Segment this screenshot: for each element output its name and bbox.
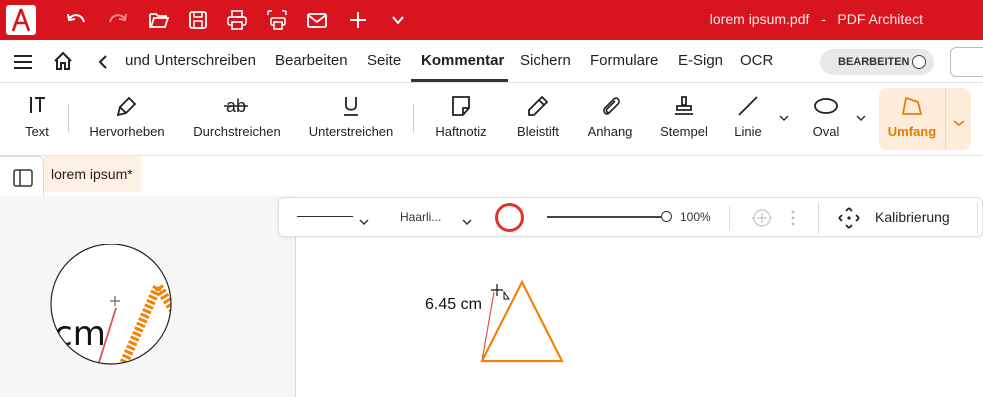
oval-icon bbox=[814, 98, 838, 114]
title-separator: - bbox=[821, 11, 826, 27]
app-name: PDF Architect bbox=[837, 11, 923, 27]
tab-esign[interactable]: E-Sign bbox=[678, 52, 723, 69]
calibrate-button[interactable]: Kalibrierung bbox=[875, 209, 950, 225]
window-title: lorem ipsum.pdf - PDF Architect bbox=[710, 11, 923, 27]
document-canvas[interactable]: 6.45 cm bbox=[297, 238, 983, 397]
line-options-chevron-icon[interactable] bbox=[778, 112, 790, 124]
print-icon[interactable] bbox=[225, 8, 249, 32]
add-scale-icon[interactable] bbox=[750, 206, 774, 235]
measurement-label: 6.45 cm bbox=[425, 296, 482, 313]
tab-page[interactable]: Seite bbox=[367, 52, 401, 69]
unsaved-marker: * bbox=[127, 166, 133, 182]
document-tab-title: lorem ipsum bbox=[51, 166, 128, 182]
tool-underline[interactable]: Unterstreichen bbox=[303, 84, 399, 156]
tool-strikethrough-label: Durchstreichen bbox=[193, 124, 281, 139]
tool-text[interactable]: Text bbox=[14, 84, 60, 156]
edit-mode-toggle[interactable]: BEARBEITEN bbox=[820, 49, 934, 75]
open-folder-icon[interactable] bbox=[147, 8, 171, 32]
paperclip-icon bbox=[603, 97, 620, 115]
edit-toggle-label: BEARBEITEN bbox=[838, 56, 910, 68]
sidebar-panel-icon[interactable] bbox=[13, 169, 33, 189]
tool-line-label: Linie bbox=[734, 124, 762, 139]
tool-perimeter[interactable]: Umfang bbox=[879, 88, 971, 150]
tool-sticky-note-label: Haftnotiz bbox=[435, 124, 487, 139]
home-icon[interactable] bbox=[53, 51, 73, 76]
undo-icon[interactable] bbox=[64, 8, 88, 32]
active-tab-indicator bbox=[411, 79, 508, 82]
redo-icon[interactable] bbox=[106, 8, 130, 32]
highlighter-icon bbox=[116, 96, 137, 117]
stamp-icon bbox=[675, 96, 693, 115]
perimeter-options-chevron-icon[interactable] bbox=[953, 114, 965, 132]
line-style-preview[interactable] bbox=[297, 216, 353, 217]
tool-oval[interactable]: Oval bbox=[806, 84, 846, 156]
tab-forms[interactable]: Formulare bbox=[590, 52, 658, 69]
chevron-down-icon[interactable] bbox=[386, 8, 410, 32]
tool-text-label: Text bbox=[25, 124, 49, 139]
toggle-knob bbox=[912, 55, 926, 69]
tool-strikethrough[interactable]: ab Durchstreichen bbox=[187, 84, 287, 156]
perimeter-shape[interactable] bbox=[475, 276, 571, 366]
line-width-select[interactable]: Haarli... bbox=[400, 210, 441, 224]
tab-sign[interactable]: und Unterschreiben bbox=[125, 52, 256, 69]
underline-icon bbox=[344, 97, 358, 116]
split-divider bbox=[945, 88, 946, 150]
format-divider bbox=[729, 206, 730, 230]
tool-highlight[interactable]: Hervorheben bbox=[84, 84, 170, 156]
magnifier-loupe: cm bbox=[50, 244, 172, 365]
tool-underline-label: Unterstreichen bbox=[308, 124, 394, 139]
tool-line[interactable]: Linie bbox=[728, 84, 768, 156]
scroll-left-icon[interactable] bbox=[97, 54, 109, 75]
search-input[interactable] bbox=[950, 47, 983, 77]
title-bar: lorem ipsum.pdf - PDF Architect bbox=[0, 0, 983, 40]
left-panel: cm bbox=[0, 196, 296, 397]
file-name: lorem ipsum.pdf bbox=[709, 11, 810, 27]
toolbar-divider bbox=[413, 104, 414, 132]
email-icon[interactable] bbox=[305, 8, 329, 32]
magnifier-text: cm bbox=[54, 314, 106, 354]
tab-ocr[interactable]: OCR bbox=[740, 52, 773, 69]
tab-secure[interactable]: Sichern bbox=[520, 52, 571, 69]
opacity-slider[interactable] bbox=[547, 216, 669, 218]
line-width-chevron-icon[interactable] bbox=[462, 213, 472, 231]
tool-attachment[interactable]: Anhang bbox=[583, 84, 637, 156]
tool-highlight-label: Hervorheben bbox=[89, 124, 165, 139]
format-toolbar: Haarli... 100% Kalibrierung bbox=[278, 197, 983, 237]
tool-oval-label: Oval bbox=[812, 124, 840, 139]
add-icon[interactable] bbox=[346, 8, 370, 32]
tool-sticky-note[interactable]: Haftnotiz bbox=[428, 84, 494, 156]
tool-stamp-label: Stempel bbox=[660, 124, 708, 139]
format-divider bbox=[818, 202, 819, 234]
comment-toolbar: Text Hervorheben ab Durchstreichen Unter… bbox=[0, 84, 983, 156]
sticky-note-icon bbox=[452, 96, 470, 116]
save-icon[interactable] bbox=[186, 8, 210, 32]
opacity-slider-handle[interactable] bbox=[661, 211, 672, 222]
app-logo-icon[interactable] bbox=[6, 5, 36, 35]
tool-attachment-label: Anhang bbox=[587, 124, 633, 139]
line-style-chevron-icon[interactable] bbox=[359, 213, 369, 231]
pencil-icon bbox=[528, 95, 549, 116]
tab-comment[interactable]: Kommentar bbox=[421, 52, 504, 69]
line-icon bbox=[738, 96, 758, 116]
format-divider bbox=[977, 202, 978, 234]
stroke-color-button[interactable] bbox=[495, 203, 524, 232]
opacity-value: 100% bbox=[680, 210, 711, 224]
crosshair-cursor-icon bbox=[491, 284, 503, 296]
text-cursor-icon bbox=[30, 97, 45, 113]
oval-options-chevron-icon[interactable] bbox=[855, 112, 867, 124]
toolbar-divider bbox=[68, 104, 69, 132]
document-tab[interactable]: lorem ipsum* bbox=[44, 156, 141, 192]
scan-print-icon[interactable] bbox=[265, 8, 289, 32]
perimeter-icon bbox=[902, 97, 922, 115]
tab-edit[interactable]: Bearbeiten bbox=[275, 52, 348, 69]
tool-stamp[interactable]: Stempel bbox=[655, 84, 713, 156]
tool-perimeter-label: Umfang bbox=[887, 124, 937, 139]
ribbon-tabs: und Unterschreiben Bearbeiten Seite Komm… bbox=[0, 40, 983, 83]
calibrate-icon[interactable] bbox=[837, 206, 861, 235]
hamburger-menu-icon[interactable] bbox=[13, 53, 33, 76]
tool-pencil[interactable]: Bleistift bbox=[510, 84, 566, 156]
more-options-icon[interactable] bbox=[790, 208, 796, 233]
strikethrough-icon: ab bbox=[187, 94, 287, 118]
tool-pencil-label: Bleistift bbox=[517, 124, 559, 139]
